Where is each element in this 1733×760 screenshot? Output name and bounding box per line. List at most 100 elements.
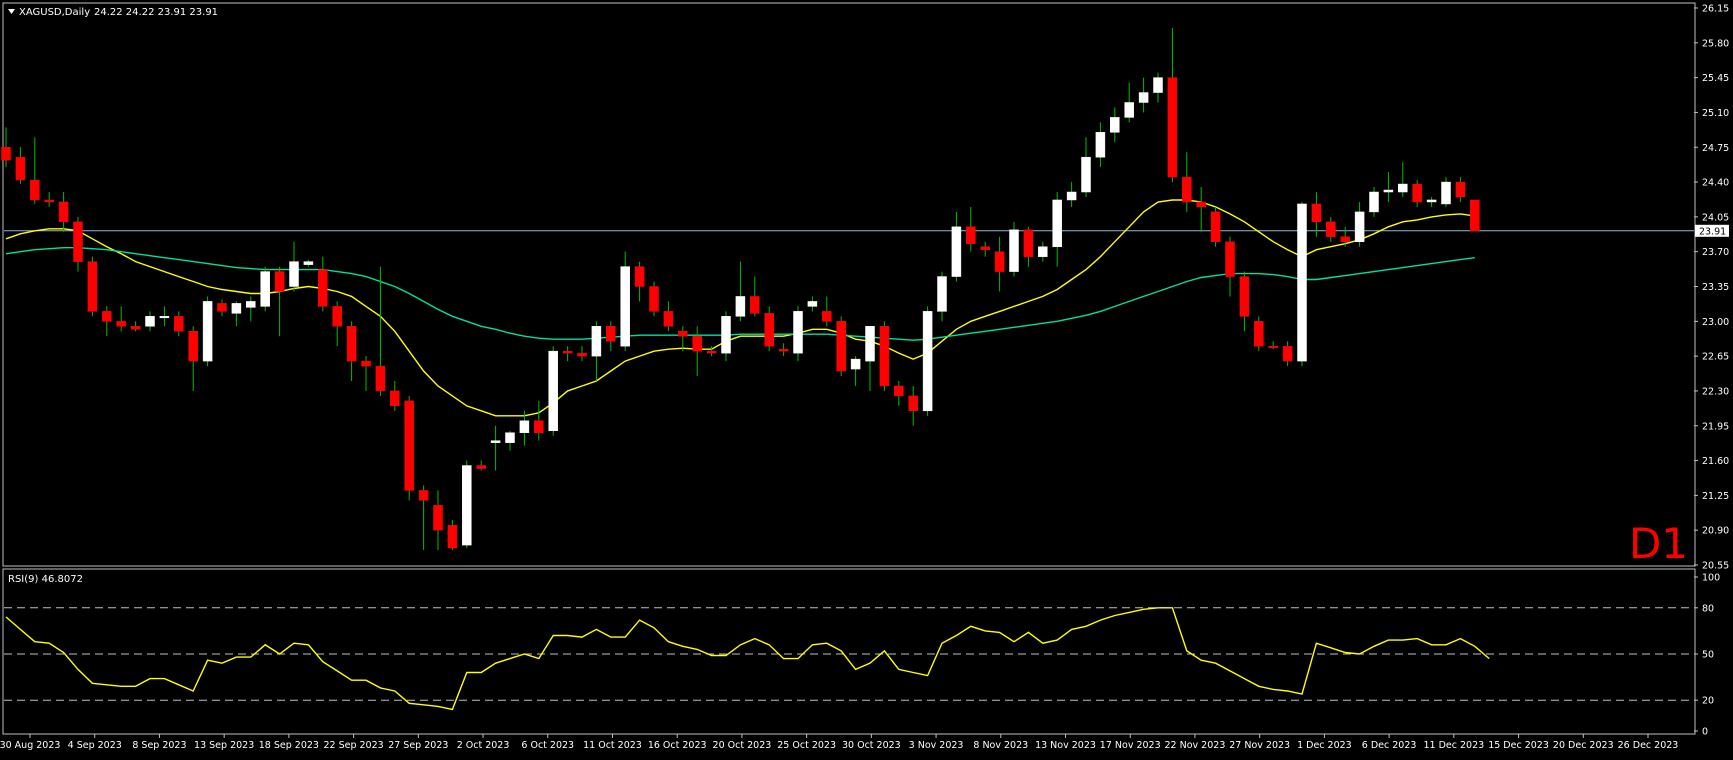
price-axis-tick-label: 21.95 (1702, 421, 1729, 432)
candle-body-bear (634, 266, 645, 287)
candle-body-bull (1426, 199, 1437, 203)
candle-body-bull (865, 326, 875, 362)
time-axis-tick-label: 8 Nov 2023 (973, 740, 1028, 751)
candle-body-bear (433, 505, 443, 531)
candle-body-bear (562, 350, 573, 354)
price-axis-tick-label: 23.00 (1702, 317, 1729, 328)
time-axis-tick-label: 27 Nov 2023 (1229, 740, 1290, 751)
price-axis-tick-label: 24.05 (1702, 212, 1729, 223)
candle-body-bear (116, 321, 126, 327)
candle-body-bear (606, 326, 616, 342)
candle-body-bull (1383, 189, 1394, 193)
candle-body-bull (462, 465, 472, 546)
candle-body-bear (346, 326, 357, 362)
chart-background (0, 0, 1733, 756)
time-axis-tick-label: 8 Sep 2023 (132, 740, 186, 751)
rsi-axis-tick-label: 80 (1702, 603, 1714, 614)
candle-body-bear (188, 331, 198, 362)
price-axis-tick-label: 20.55 (1702, 561, 1729, 572)
candle-body-bear (994, 251, 1005, 272)
candle-body-bull (735, 296, 746, 317)
time-axis-tick-label: 25 Oct 2023 (777, 740, 836, 751)
candle-body-bear (375, 365, 386, 392)
candle-body-bear (274, 271, 285, 292)
candle-body-bull (159, 316, 170, 319)
candle-body-bear (1023, 229, 1034, 257)
candle-body-bull (246, 301, 256, 308)
timeframe-watermark: D1 (1629, 519, 1688, 568)
time-axis-tick-label: 11 Dec 2023 (1423, 740, 1484, 751)
candle-body-bull (850, 358, 861, 370)
candle-body-bull (1138, 92, 1149, 103)
rsi-axis-tick-label: 20 (1702, 696, 1714, 707)
candle-body-bear (534, 420, 544, 433)
candle-body-bear (58, 201, 69, 223)
price-axis-tick-label: 23.35 (1702, 282, 1729, 293)
candle-body-bear (174, 316, 184, 332)
candle-body-bull (519, 420, 530, 433)
time-axis-tick-label: 3 Nov 2023 (909, 740, 964, 751)
candle-body-bear (1, 147, 11, 161)
candle-body-bear (102, 311, 112, 322)
candle-body-bull (1124, 102, 1134, 118)
price-axis-tick-label: 24.40 (1702, 178, 1729, 189)
candle-body-bear (73, 221, 83, 262)
price-axis-tick-label: 21.25 (1702, 491, 1729, 502)
candle-body-bear (577, 352, 587, 357)
candle-body-bear (1239, 276, 1250, 317)
candle-body-bear (750, 296, 760, 314)
candle-body-bear (908, 395, 918, 412)
candle-body-bull (1354, 211, 1365, 242)
candle-body-bull (807, 301, 818, 307)
candle-body-bear (1455, 181, 1466, 198)
price-chart-svg: 26.15 25.80 25.45 25.10 24.75 24.40 24.05 23.70… (0, 0, 1733, 756)
rsi-axis-tick-label: 100 (1702, 573, 1720, 584)
candle-body-bull (145, 316, 155, 327)
price-axis-tick-label: 25.10 (1702, 108, 1729, 119)
time-axis-tick-label: 30 Aug 2023 (0, 740, 60, 751)
time-axis-tick-label: 17 Nov 2023 (1100, 740, 1161, 751)
candle-body-bull (1081, 156, 1091, 193)
time-axis-tick-label: 11 Oct 2023 (583, 740, 642, 751)
price-axis-tick-label: 22.30 (1702, 386, 1729, 397)
candle-body-bear (1167, 77, 1178, 178)
candle-body-bull (1369, 191, 1379, 213)
candle-body-bull (1095, 132, 1106, 158)
candle-body-bear (836, 321, 846, 372)
candle-body-bull (548, 350, 558, 431)
candle-body-bull (1153, 77, 1163, 93)
symbol-label: XAGUSD,Daily (19, 7, 90, 18)
candle-body-bear (879, 326, 890, 387)
candle-body-bear (318, 269, 328, 307)
time-axis-tick-label: 27 Sep 2023 (388, 740, 448, 751)
time-axis-tick-label: 6 Dec 2023 (1362, 740, 1417, 751)
candle-body-bear (980, 246, 990, 250)
time-axis-tick-label: 22 Sep 2023 (323, 740, 383, 751)
candle-body-bear (706, 350, 717, 354)
time-axis-tick-label: 20 Oct 2023 (713, 740, 772, 751)
candle-body-bull (721, 316, 731, 354)
candle-body-bull (1009, 229, 1019, 272)
candle-body-bull (793, 311, 803, 354)
price-axis-tick-label: 24.75 (1702, 143, 1729, 154)
candle-body-bear (1470, 199, 1480, 232)
candle-body-bull (1297, 203, 1307, 362)
time-axis-tick-label: 13 Nov 2023 (1035, 740, 1096, 751)
candle-body-bear (418, 490, 429, 501)
candle-body-bull (1110, 117, 1120, 133)
candle-body-bear (44, 199, 54, 203)
rsi-label: RSI(9) 46.8072 (8, 574, 83, 585)
candle-body-bull (922, 311, 933, 412)
candle-body-bear (1340, 236, 1350, 242)
time-axis-tick-label: 4 Sep 2023 (68, 740, 122, 751)
candle-body-bear (390, 390, 400, 407)
candle-body-bear (332, 306, 342, 327)
candle-body-bear (678, 331, 688, 337)
candle-body-bear (476, 465, 486, 469)
candle-body-bear (1182, 176, 1192, 203)
time-axis-tick-label: 30 Oct 2023 (842, 740, 901, 751)
price-axis-tick-label: 23.70 (1702, 247, 1729, 258)
time-axis-tick-label: 2 Oct 2023 (457, 740, 510, 751)
candle-body-bear (404, 400, 414, 491)
price-axis-tick-label: 25.80 (1702, 38, 1729, 49)
